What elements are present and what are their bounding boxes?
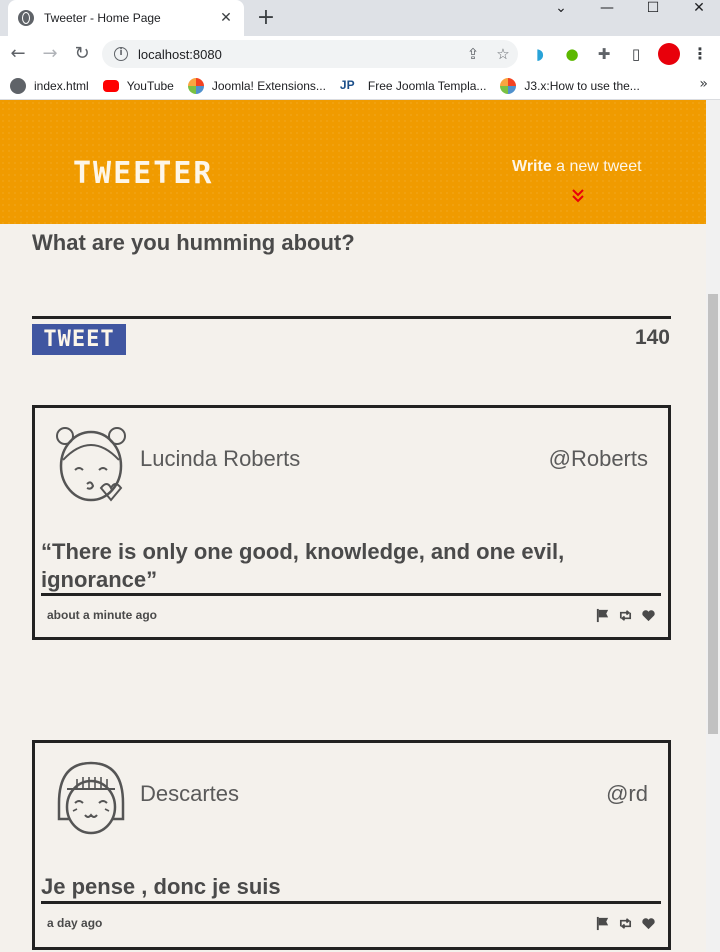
bookmark-label: J3.x:How to use the... <box>524 78 640 93</box>
forward-arrow-icon[interactable]: → <box>38 42 62 66</box>
maximize-button[interactable]: ☐ <box>630 0 676 18</box>
tweet-handle[interactable]: @Roberts <box>549 446 648 472</box>
address-bar[interactable]: i localhost:8080 ⇪ ☆ <box>102 40 518 68</box>
bookmark-label: index.html <box>34 78 89 93</box>
tab-title: Tweeter - Home Page <box>44 11 161 25</box>
tweet-divider <box>41 901 661 904</box>
bookmark-item[interactable]: index.html <box>10 77 89 94</box>
tweet-timestamp: a day ago <box>47 916 103 930</box>
bookmark-label: Joomla! Extensions... <box>211 78 326 93</box>
heart-icon[interactable] <box>641 916 656 931</box>
globe-icon <box>18 10 34 26</box>
minimize-button[interactable]: — <box>584 0 630 18</box>
globe-icon <box>10 77 26 94</box>
extension-wave-icon[interactable]: ◗ <box>530 44 550 64</box>
flag-icon[interactable] <box>595 916 610 931</box>
extension-green-icon[interactable]: ● <box>562 44 582 64</box>
retweet-icon[interactable] <box>618 608 633 623</box>
tweet-actions <box>595 916 656 931</box>
joomla-icon <box>500 77 517 94</box>
menu-icon[interactable]: ⋮ <box>692 42 708 66</box>
site-info-icon[interactable]: i <box>114 47 128 61</box>
flag-icon[interactable] <box>595 608 610 623</box>
back-arrow-icon[interactable]: ← <box>6 42 30 66</box>
youtube-icon <box>102 79 119 92</box>
jp-icon: JP <box>339 77 355 92</box>
window-close-button[interactable]: ✕ <box>676 0 720 18</box>
joomla-icon <box>187 77 204 94</box>
tweet-timestamp: about a minute ago <box>47 608 158 622</box>
tweet-author: Lucinda Roberts <box>140 446 301 471</box>
tab-strip: Tweeter - Home Page ✕ + ⌄ — ☐ ✕ <box>0 0 720 36</box>
new-tab-button[interactable]: + <box>254 4 278 32</box>
tweet-text: “There is only one good, knowledge, and … <box>41 539 565 592</box>
tweet-author: Descartes <box>140 781 240 806</box>
side-panel-icon[interactable]: ▯ <box>626 44 646 64</box>
heart-icon[interactable] <box>641 608 656 623</box>
compose-rest: a new tweet <box>551 158 642 175</box>
tweet-divider <box>41 593 661 596</box>
bookmark-label: Free Joomla Templa... <box>367 78 487 93</box>
bookmark-label: YouTube <box>126 78 174 93</box>
char-counter: 140 <box>634 326 670 349</box>
puzzle-icon[interactable]: ✚ <box>594 44 614 64</box>
tweet-handle[interactable]: @rd <box>606 781 648 807</box>
girl-avatar-icon <box>56 427 126 502</box>
share-icon[interactable]: ⇪ <box>458 45 488 63</box>
url-text[interactable]: localhost:8080 <box>138 47 458 62</box>
bookmark-item[interactable]: YouTube <box>102 78 174 93</box>
tweet-card: Descartes @rd Je pense , donc je suis a … <box>32 740 671 950</box>
tweet-button[interactable]: TWEET <box>32 324 126 355</box>
compose-underline <box>32 316 671 319</box>
bob-hair-avatar-icon <box>57 761 125 835</box>
compose-prompt[interactable]: What are you humming about? <box>32 230 355 256</box>
bookmark-item[interactable]: JP Free Joomla Templa... <box>340 78 487 94</box>
site-logo[interactable]: TWEETER <box>73 156 213 191</box>
tweet-text: Je pense , donc je suis <box>41 874 281 899</box>
browser-toolbar: ← → ↻ i localhost:8080 ⇪ ☆ ◗ ● ✚ ▯ ⋮ <box>0 36 720 72</box>
double-chevron-down-icon[interactable] <box>569 188 587 206</box>
page-scrollbar[interactable] <box>706 100 720 952</box>
tweet-card: Lucinda Roberts @Roberts “There is only … <box>32 405 671 640</box>
profile-avatar[interactable] <box>658 43 680 65</box>
bookmarks-bar: index.html YouTube Joomla! Extensions...… <box>0 72 720 100</box>
bookmark-item[interactable]: J3.x:How to use the... <box>500 77 640 94</box>
compose-bold: Write <box>512 158 552 175</box>
tab-search-icon[interactable]: ⌄ <box>538 0 584 18</box>
bookmark-star-icon[interactable]: ☆ <box>488 45 518 63</box>
write-tweet-link[interactable]: Write a new tweet <box>512 158 642 176</box>
bookmark-item[interactable]: Joomla! Extensions... <box>187 77 326 94</box>
more-bookmarks-icon[interactable]: » <box>699 76 708 92</box>
site-header: TWEETER Write a new tweet <box>0 100 706 224</box>
page-viewport: TWEETER Write a new tweet What are you h… <box>0 100 706 952</box>
tab-active[interactable]: Tweeter - Home Page ✕ <box>8 0 244 36</box>
reload-icon[interactable]: ↻ <box>70 42 94 66</box>
retweet-icon[interactable] <box>618 916 633 931</box>
close-tab-icon[interactable]: ✕ <box>218 10 234 26</box>
tweet-actions <box>595 608 656 623</box>
scrollbar-thumb[interactable] <box>708 294 718 734</box>
